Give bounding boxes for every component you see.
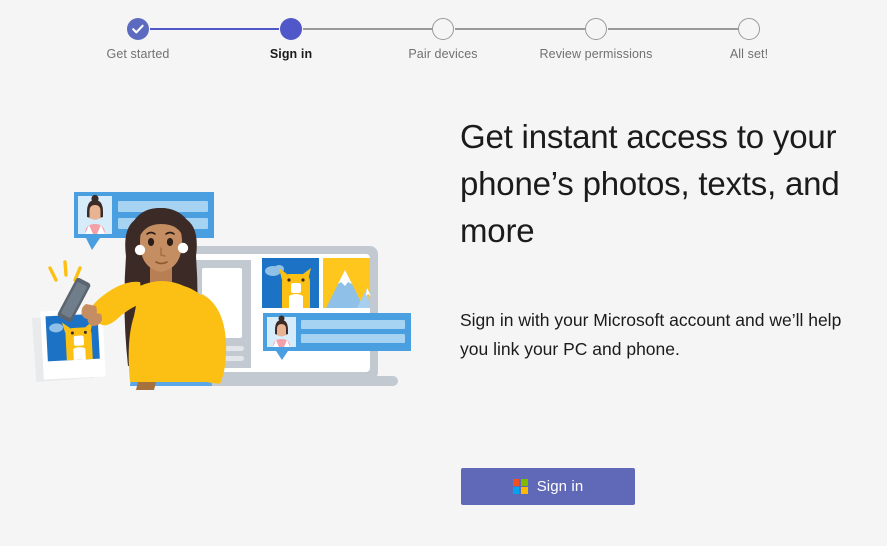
step-status-dot — [127, 18, 149, 40]
page-title: Get instant access to your phone’s photo… — [460, 118, 840, 249]
step-status-dot — [432, 18, 454, 40]
illustration-svg — [31, 192, 411, 390]
hero-illustration — [30, 170, 440, 405]
stepper-item-sign-in[interactable]: Sign in — [211, 18, 371, 61]
sign-in-button-label: Sign in — [536, 478, 584, 495]
check-icon — [132, 24, 144, 34]
stepper-item-all-set[interactable]: All set! — [669, 18, 829, 61]
stepper-label: Get started — [106, 47, 170, 61]
photo-thumbnail-dog — [262, 258, 319, 308]
sign-in-button[interactable]: Sign in — [461, 468, 635, 505]
stepper-item-pair-devices[interactable]: Pair devices — [363, 18, 523, 61]
onboarding-stepper: Get started Sign in Pair devices Review … — [0, 18, 887, 78]
camera-flash-icon — [48, 260, 82, 282]
stepper-label: Sign in — [269, 47, 313, 61]
page-subtitle: Sign in with your Microsoft account and … — [460, 310, 842, 359]
step-status-dot — [280, 18, 302, 40]
stepper-label: All set! — [729, 47, 769, 61]
microsoft-logo-icon — [512, 479, 528, 494]
stepper-item-get-started[interactable]: Get started — [58, 18, 218, 61]
stepper-label: Review permissions — [539, 47, 653, 61]
stepper-label: Pair devices — [408, 47, 478, 61]
step-status-dot — [738, 18, 760, 40]
step-status-dot — [585, 18, 607, 40]
stepper-item-review-permissions[interactable]: Review permissions — [516, 18, 676, 61]
photo-thumbnail-mountain — [323, 258, 371, 308]
